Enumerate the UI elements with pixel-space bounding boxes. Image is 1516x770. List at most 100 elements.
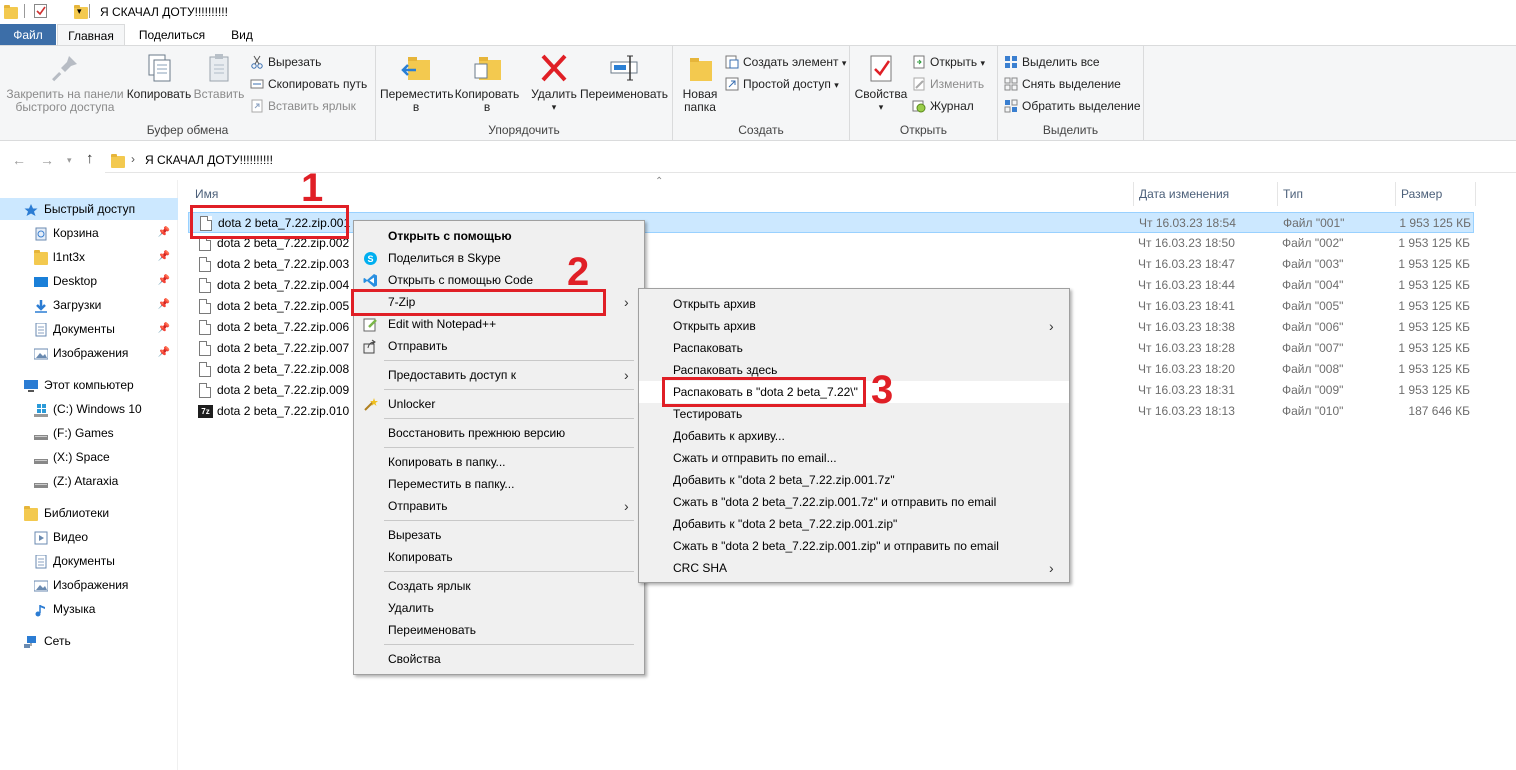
menu-item-send-to[interactable]: Отправить › (354, 495, 644, 517)
menu-item-move-to-folder[interactable]: Переместить в папку... (354, 473, 644, 495)
column-header-size[interactable]: Размер (1396, 182, 1476, 206)
new-folder-button[interactable]: Новая папка (677, 52, 723, 114)
menu-item-cut[interactable]: Вырезать (354, 524, 644, 546)
menu-item-open-with[interactable]: Открыть с помощью (354, 225, 644, 247)
menu-item-create-shortcut[interactable]: Создать ярлык (354, 575, 644, 597)
select-all-button[interactable]: Выделить все (1004, 53, 1100, 71)
tab-file[interactable]: Файл (0, 24, 56, 46)
select-none-button[interactable]: Снять выделение (1004, 75, 1121, 93)
menu-item-delete[interactable]: Удалить (354, 597, 644, 619)
sidebar-item-pictures[interactable]: Изображения 📌 (0, 342, 178, 364)
menu-item-share-skype[interactable]: S Поделиться в Skype (354, 247, 644, 269)
file-type: Файл "004" (1282, 278, 1344, 292)
menu-item-send[interactable]: Отправить (354, 335, 644, 357)
svg-text:S: S (368, 254, 374, 264)
menu-item-grant-access[interactable]: Предоставить доступ к › (354, 364, 644, 386)
sidebar-item-recycle-bin[interactable]: Корзина 📌 (0, 222, 178, 244)
sidebar-item-music[interactable]: Музыка (0, 598, 178, 620)
menu-item-unlocker[interactable]: Unlocker (354, 393, 644, 415)
cut-button[interactable]: Вырезать (250, 53, 321, 71)
menu-item-copy-to-folder[interactable]: Копировать в папку... (354, 451, 644, 473)
sidebar-item-videos[interactable]: Видео (0, 526, 178, 548)
file-date: Чт 16.03.23 18:47 (1138, 257, 1235, 271)
move-to-suffix: в (412, 100, 420, 114)
cut-label: Вырезать (268, 55, 322, 69)
column-header-name[interactable]: Имя (190, 182, 1134, 206)
quick-access-dropdown-icon[interactable]: ▾ (77, 6, 82, 17)
submenu-item-crc-sha[interactable]: CRC SHA › (639, 557, 1069, 579)
submenu-item-add-zip[interactable]: Добавить к "dota 2 beta_7.22.zip.001.zip… (639, 513, 1069, 535)
submenu-item-compress-email[interactable]: Сжать и отправить по email... (639, 447, 1069, 469)
copy-path-button[interactable]: Скопировать путь (250, 75, 367, 93)
tab-share[interactable]: Поделиться (128, 24, 216, 46)
sidebar-item-drive-f[interactable]: (F:) Games (0, 422, 178, 444)
back-arrow-icon[interactable]: ← (12, 152, 26, 168)
sidebar-item-drive-z[interactable]: (Z:) Ataraxia (0, 470, 178, 492)
pin-quick-access-button[interactable]: Закрепить на панели быстрого доступа (4, 52, 126, 114)
tab-home[interactable]: Главная (57, 24, 125, 46)
edit-button[interactable]: Изменить (912, 75, 984, 93)
open-button[interactable]: Открыть ▾ (912, 53, 985, 71)
sidebar-item-drive-x[interactable]: (X:) Space (0, 446, 178, 468)
menu-item-open-code[interactable]: Открыть с помощью Code (354, 269, 644, 291)
tab-view[interactable]: Вид (218, 24, 266, 46)
submenu-item-compress-zip-email[interactable]: Сжать в "dota 2 beta_7.22.zip.001.zip" и… (639, 535, 1069, 557)
submenu-item-add-to-archive[interactable]: Добавить к архиву... (639, 425, 1069, 447)
submenu-item-extract[interactable]: Распаковать (639, 337, 1069, 359)
sidebar-item-lib-documents[interactable]: Документы (0, 550, 178, 572)
sidebar-item-l1nt3x[interactable]: l1nt3x 📌 (0, 246, 178, 268)
sidebar-item-downloads[interactable]: Загрузки 📌 (0, 294, 178, 316)
sidebar-item-this-pc[interactable]: Этот компьютер (0, 374, 178, 396)
copy-to-button[interactable]: Копировать в (452, 52, 522, 114)
paste-shortcut-label: Вставить ярлык (268, 99, 356, 113)
menu-item-restore-version[interactable]: Восстановить прежнюю версию (354, 422, 644, 444)
invert-selection-button[interactable]: Обратить выделение (1004, 97, 1141, 115)
delete-button[interactable]: Удалить ▾ (526, 52, 582, 114)
up-arrow-icon[interactable]: ↑ (86, 150, 94, 167)
file-type: Файл "003" (1282, 257, 1344, 271)
history-button[interactable]: Журнал (912, 97, 974, 115)
properties-button[interactable]: Свойства ▾ (853, 52, 909, 114)
sidebar-item-label: (Z:) Ataraxia (53, 474, 119, 488)
menu-item-notepad[interactable]: Edit with Notepad++ (354, 313, 644, 335)
submenu-item-open-archive[interactable]: Открыть архив (639, 293, 1069, 315)
sidebar-item-desktop[interactable]: Desktop 📌 (0, 270, 178, 292)
move-to-button[interactable]: Переместить в (380, 52, 454, 114)
sidebar-item-network[interactable]: Сеть (0, 630, 178, 652)
paste-button[interactable]: Вставить (192, 52, 246, 101)
column-header-type[interactable]: Тип (1278, 182, 1396, 206)
file-type: Файл "009" (1282, 383, 1344, 397)
file-type: Файл "002" (1282, 236, 1344, 250)
notepad-plus-plus-icon (363, 317, 378, 332)
sidebar-item-documents[interactable]: Документы 📌 (0, 318, 178, 340)
submenu-item-add-7z[interactable]: Добавить к "dota 2 beta_7.22.zip.001.7z" (639, 469, 1069, 491)
properties-check-icon[interactable] (34, 4, 47, 18)
breadcrumb-current-folder[interactable]: Я СКАЧАЛ ДОТУ!!!!!!!!!! (145, 153, 273, 167)
submenu-item-open-archive-more[interactable]: Открыть архив › (639, 315, 1069, 337)
menu-item-copy[interactable]: Копировать (354, 546, 644, 568)
file-icon (199, 341, 211, 356)
paste-shortcut-button[interactable]: Вставить ярлык (250, 97, 356, 115)
rename-button[interactable]: Переименовать (578, 52, 670, 101)
sidebar-item-quick-access[interactable]: Быстрый доступ (0, 198, 178, 220)
copy-button[interactable]: Копировать (126, 52, 192, 101)
file-icon (199, 278, 211, 293)
sidebar-item-drive-c[interactable]: (C:) Windows 10 (0, 398, 178, 420)
easy-access-icon (725, 77, 739, 91)
menu-item-properties[interactable]: Свойства (354, 648, 644, 670)
windows-drive-icon (34, 402, 48, 417)
new-item-button[interactable]: Создать элемент ▾ (725, 53, 846, 71)
forward-arrow-icon[interactable]: → (40, 152, 54, 168)
sidebar-item-lib-pictures[interactable]: Изображения (0, 574, 178, 596)
sidebar-item-label: (X:) Space (53, 450, 110, 464)
menu-item-label: Отправить (388, 339, 448, 353)
submenu-item-compress-7z-email[interactable]: Сжать в "dota 2 beta_7.22.zip.001.7z" и … (639, 491, 1069, 513)
easy-access-button[interactable]: Простой доступ ▾ (725, 75, 839, 93)
column-header-date[interactable]: Дата изменения (1134, 182, 1278, 206)
menu-item-rename[interactable]: Переименовать (354, 619, 644, 641)
move-to-icon (400, 52, 432, 84)
sidebar-item-label: Быстрый доступ (44, 202, 136, 216)
ribbon: Закрепить на панели быстрого доступа Коп… (0, 45, 1516, 141)
sidebar-item-libraries[interactable]: Библиотеки (0, 502, 178, 524)
recent-dropdown-icon[interactable]: ▾ (67, 155, 72, 166)
